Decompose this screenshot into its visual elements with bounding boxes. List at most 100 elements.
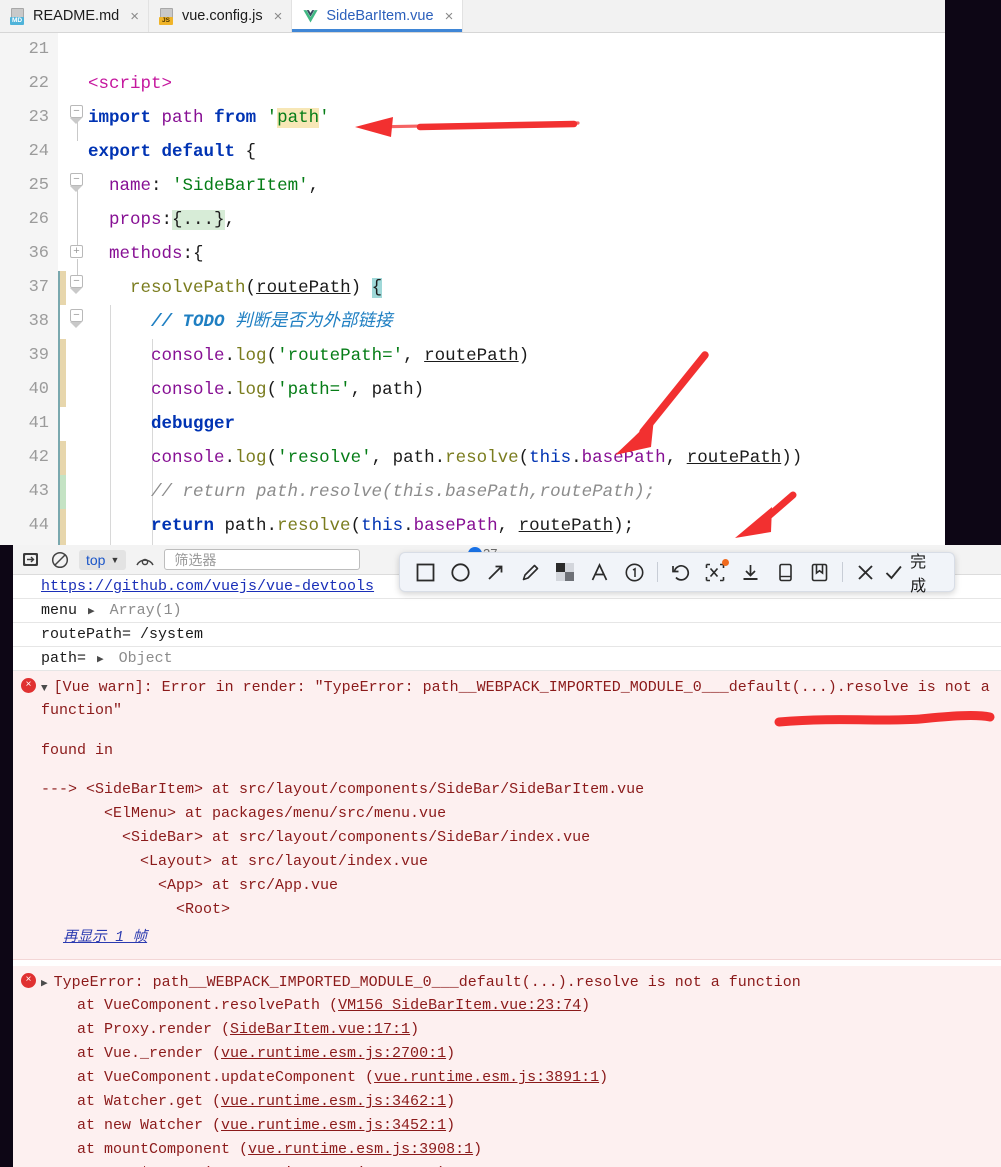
line-number: 22	[28, 74, 49, 93]
code-line-41: debugger	[151, 414, 236, 434]
stack-frame: at Proxy.render (SideBarItem.vue:17:1)	[41, 1018, 1001, 1042]
fold-toggle-script[interactable]: −	[70, 105, 83, 118]
stack-frame: at VueComponent.updateComponent (vue.run…	[41, 1066, 1001, 1090]
console-filter-box[interactable]	[164, 549, 361, 570]
fold-range-arrow	[70, 322, 82, 328]
log-value[interactable]: Array(1)	[110, 602, 182, 619]
frame-location[interactable]: SideBarItem.vue:17:1	[230, 1021, 410, 1038]
tab-close-icon[interactable]: ×	[445, 9, 454, 24]
frame-fn: at Vue._render (	[41, 1045, 222, 1063]
execution-context-selector[interactable]: top ▼	[79, 549, 127, 570]
undo-icon[interactable]	[663, 555, 698, 589]
devtools-link[interactable]: https://github.com/vuejs/vue-devtools	[41, 578, 374, 595]
code-line-23: import path from 'path'	[88, 108, 330, 128]
fold-range-arrow	[70, 288, 82, 294]
vue-warn-block: × ▼ [Vue warn]: Error in render: "TypeErr…	[13, 671, 1001, 961]
code-line-37: resolvePath(routePath) {	[130, 278, 383, 298]
tab-sidebaritem-vue[interactable]: SideBarItem.vue ×	[292, 0, 464, 32]
fold-range-arrow	[70, 118, 82, 124]
send-to-phone-icon[interactable]	[768, 555, 803, 589]
tab-close-icon[interactable]: ×	[130, 9, 139, 24]
search-input[interactable]	[172, 550, 353, 569]
type-error-headline: TypeError: path__WEBPACK_IMPORTED_MODULE…	[53, 974, 801, 992]
text-tool-icon[interactable]	[582, 555, 617, 589]
screen-root: MD README.md × JS vue.config.js × SideBa…	[0, 0, 1001, 1167]
line-number: 26	[28, 210, 49, 229]
code-line-39: console.log('routePath=', routePath)	[151, 346, 530, 366]
desktop-background-left	[0, 545, 13, 1167]
tab-readme-md[interactable]: MD README.md ×	[0, 0, 149, 32]
frame-fn: at VueComponent.updateComponent (	[41, 1069, 375, 1087]
error-circle-icon: ×	[21, 678, 36, 693]
frame-tail: )	[599, 1069, 609, 1087]
code-line-36: methods:{	[109, 244, 204, 264]
expand-triangle-icon[interactable]: ▶	[97, 652, 104, 666]
pin-note-icon[interactable]	[802, 555, 837, 589]
editor-body: 21 22 23 24 25 26 36 37 38 39 40 41 42 4…	[0, 33, 945, 545]
dock-panel-icon[interactable]	[19, 549, 41, 571]
log-key: menu	[41, 602, 78, 619]
line-number: 36	[28, 244, 49, 263]
toolbar-divider	[657, 562, 659, 582]
frame-fn: at mountComponent (	[41, 1141, 249, 1159]
frame-tail: )	[581, 997, 591, 1015]
tab-label: vue.config.js	[181, 8, 263, 24]
pen-tool-icon[interactable]	[513, 555, 548, 589]
arrow-tool-icon[interactable]	[478, 555, 513, 589]
chevron-down-icon: ▼	[110, 554, 120, 565]
fold-toggle-props[interactable]: +	[70, 245, 83, 258]
line-number: 42	[28, 448, 49, 467]
download-icon[interactable]	[733, 555, 768, 589]
frame-tail: )	[473, 1141, 483, 1159]
stack-frame: at new Watcher (vue.runtime.esm.js:3452:…	[41, 1114, 1001, 1138]
frame-location[interactable]: vue.runtime.esm.js:3462:1	[221, 1093, 446, 1110]
frame-location[interactable]: vue.runtime.esm.js:3908:1	[248, 1141, 473, 1158]
code-line-44: return path.resolve(this.basePath, route…	[151, 516, 635, 536]
stack-frame: at Vue.$mount (vue.runtime.esm.js:8797:1…	[41, 1162, 1001, 1167]
expand-triangle-icon[interactable]: ▶	[88, 604, 95, 618]
mosaic-tool-icon[interactable]	[547, 555, 582, 589]
collapse-triangle-icon[interactable]: ▼	[41, 681, 48, 698]
line-number: 40	[28, 380, 49, 399]
markdown-file-icon: MD	[10, 7, 26, 25]
code-line-40: console.log('path=', path)	[151, 380, 425, 400]
fold-toggle-export-default[interactable]: −	[70, 173, 83, 186]
ocr-extract-text-icon[interactable]	[698, 555, 733, 589]
fold-toggle-methods[interactable]: −	[70, 275, 83, 288]
component-stack-2: <SideBar> at src/layout/components/SideB…	[41, 828, 591, 846]
fold-toggle-resolvepath[interactable]: −	[70, 309, 83, 322]
frame-location[interactable]: vue.runtime.esm.js:2700:1	[221, 1045, 446, 1062]
log-value[interactable]: Object	[119, 650, 173, 667]
tab-vue-config-js[interactable]: JS vue.config.js ×	[148, 0, 293, 32]
console-log-area[interactable]: https://github.com/vuejs/vue-devtools me…	[13, 575, 1001, 1167]
ellipse-tool-icon[interactable]	[443, 555, 478, 589]
code-editor-window: MD README.md × JS vue.config.js × SideBa…	[0, 0, 945, 545]
frame-location[interactable]: VM156 SideBarItem.vue:23:74	[338, 997, 581, 1014]
code-line-26: props:{...},	[109, 210, 236, 230]
screenshot-annotation-toolbar: 完成	[399, 552, 955, 595]
code-line-24: export default {	[88, 142, 257, 162]
live-expression-icon[interactable]	[134, 549, 156, 571]
expand-triangle-icon[interactable]: ▶	[41, 976, 48, 993]
line-number: 44	[28, 516, 49, 535]
log-text: routePath= /system	[41, 626, 204, 643]
code-folding-gutter: − − + − −	[66, 33, 88, 545]
show-more-frames-link[interactable]: 再显示 1 帧	[63, 930, 147, 946]
tab-label: SideBarItem.vue	[326, 8, 434, 24]
done-button[interactable]: 完成	[883, 548, 946, 596]
clear-console-icon[interactable]	[49, 549, 71, 571]
devtools-body: top ▼ 默认级别 27 h	[13, 545, 1001, 1167]
serial-number-tool-icon[interactable]	[617, 555, 652, 589]
frame-tail: )	[446, 1045, 456, 1063]
code-line-42: console.log('resolve', path.resolve(this…	[151, 448, 803, 468]
code-area[interactable]: <script> import path from 'path' export …	[88, 33, 945, 545]
line-number: 43	[28, 482, 49, 501]
close-icon[interactable]	[848, 555, 883, 589]
frame-location[interactable]: vue.runtime.esm.js:3452:1	[221, 1117, 446, 1134]
fold-range-arrow	[70, 186, 82, 192]
frame-location[interactable]: vue.runtime.esm.js:3891:1	[374, 1069, 599, 1086]
tab-close-icon[interactable]: ×	[274, 9, 283, 24]
log-key: path=	[41, 650, 87, 667]
context-label: top	[86, 551, 106, 568]
rectangle-tool-icon[interactable]	[408, 555, 443, 589]
